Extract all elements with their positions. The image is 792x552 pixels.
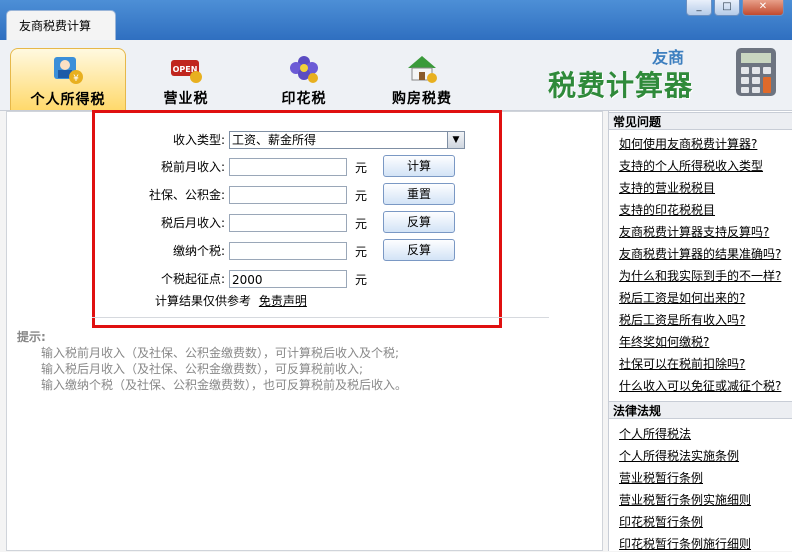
app-window: 友商税费计算 _ □ ✕ ¥ 个人所得税 OPEN 营业税 印花税 购房税费 友… — [0, 0, 792, 551]
flower-stamp-icon — [286, 54, 322, 84]
tab-label: 购房税费 — [392, 91, 452, 107]
reverse-calc-after-tax-button[interactable]: 反算 — [383, 211, 455, 233]
faq-link[interactable]: 支持的个人所得税收入类型 — [619, 157, 763, 174]
divider — [92, 317, 549, 318]
law-link[interactable]: 印花税暂行条例施行细则 — [619, 535, 751, 552]
reverse-calc-tax-button[interactable]: 反算 — [383, 239, 455, 261]
faq-link[interactable]: 税后工资是如何出来的? — [619, 289, 745, 306]
unit-label: 元 — [355, 245, 368, 259]
house-icon — [404, 54, 440, 84]
threshold-row: 个税起征点: — [95, 269, 225, 289]
income-type-label: 收入类型: — [172, 133, 225, 147]
highlight-frame: 收入类型: 工资、薪金所得 ▼ 税前月收入: 元 计算 社保、公积金: 元 重置… — [92, 110, 502, 328]
law-link[interactable]: 个人所得税法 — [619, 425, 691, 442]
income-type-value: 工资、薪金所得 — [232, 133, 317, 147]
window-title-tab[interactable]: 友商税费计算 — [6, 10, 116, 40]
income-type-row: 收入类型: — [95, 130, 225, 150]
after-tax-income-label: 税后月收入: — [160, 216, 225, 230]
faq-link[interactable]: 什么收入可以免征或减征个税? — [619, 377, 781, 394]
social-security-input[interactable] — [229, 186, 347, 204]
unit-label: 元 — [355, 161, 368, 175]
brand-logo: 友商 税费计算器 — [542, 40, 792, 110]
law-link[interactable]: 营业税暂行条例 — [619, 469, 703, 486]
threshold-input[interactable]: 2000 — [229, 270, 347, 288]
tab-stamp-tax[interactable]: 印花税 — [246, 48, 362, 110]
tab-label: 营业税 — [163, 91, 209, 107]
calculator-icon — [732, 44, 782, 103]
minimize-button[interactable]: _ — [686, 0, 712, 16]
after-tax-income-input[interactable] — [229, 214, 347, 232]
hint-line: 输入缴纳个税（及社保、公积金缴费数），也可反算税前及税后收入。 — [41, 378, 408, 392]
person-tax-icon: ¥ — [50, 55, 86, 85]
faq-link[interactable]: 友商税费计算器支持反算吗? — [619, 223, 769, 240]
faq-link[interactable]: 支持的印花税税目 — [619, 201, 715, 218]
tax-paid-label: 缴纳个税: — [172, 244, 225, 258]
faq-link[interactable]: 支持的营业税税目 — [619, 179, 715, 196]
law-heading: 法律法规 — [609, 401, 792, 419]
hint-line: 输入税前月收入（及社保、公积金缴费数），可计算税后收入及个税; — [41, 346, 400, 360]
tax-paid-row: 缴纳个税: — [95, 241, 225, 261]
hint-title: 提示: — [17, 330, 46, 344]
unit-label: 元 — [355, 273, 368, 287]
social-security-label: 社保、公积金: — [148, 188, 225, 202]
disclaimer-text: 计算结果仅供参考 — [155, 294, 252, 308]
faq-link[interactable]: 年终奖如何缴税? — [619, 333, 709, 350]
chevron-down-icon[interactable]: ▼ — [447, 132, 464, 148]
tab-label: 个人所得税 — [30, 92, 106, 108]
threshold-label: 个税起征点: — [160, 272, 225, 286]
calculate-button[interactable]: 计算 — [383, 155, 455, 177]
title-bar: 友商税费计算 _ □ ✕ — [0, 0, 792, 40]
social-security-row: 社保、公积金: — [95, 185, 225, 205]
pre-tax-income-row: 税前月收入: — [95, 157, 225, 177]
tab-personal-income-tax[interactable]: ¥ 个人所得税 — [10, 48, 126, 110]
faq-link[interactable]: 税后工资是所有收入吗? — [619, 311, 745, 328]
open-sign-icon: OPEN — [168, 54, 204, 84]
brand-title: 税费计算器 — [548, 69, 694, 102]
disclaimer-link[interactable]: 免责声明 — [259, 294, 307, 308]
tab-home-purchase-tax[interactable]: 购房税费 — [364, 48, 480, 110]
disclaimer: 计算结果仅供参考 免责声明 — [155, 292, 307, 309]
maximize-button[interactable]: □ — [714, 0, 740, 16]
pre-tax-income-label: 税前月收入: — [160, 160, 225, 174]
sidebar: 常见问题 如何使用友商税费计算器? 支持的个人所得税收入类型 支持的营业税税目 … — [608, 111, 792, 551]
unit-label: 元 — [355, 217, 368, 231]
svg-text:¥: ¥ — [73, 74, 79, 84]
pre-tax-income-input[interactable] — [229, 158, 347, 176]
income-type-select[interactable]: 工资、薪金所得 ▼ — [229, 131, 465, 149]
law-link[interactable]: 印花税暂行条例 — [619, 513, 703, 530]
faq-heading: 常见问题 — [609, 112, 792, 130]
unit-label: 元 — [355, 189, 368, 203]
hint-line: 输入税后月收入（及社保、公积金缴费数），可反算税前收入; — [41, 362, 364, 376]
close-button[interactable]: ✕ — [742, 0, 784, 16]
reset-button[interactable]: 重置 — [383, 183, 455, 205]
faq-link[interactable]: 友商税费计算器的结果准确吗? — [619, 245, 781, 262]
tab-business-tax[interactable]: OPEN 营业税 — [128, 48, 244, 110]
faq-link[interactable]: 如何使用友商税费计算器? — [619, 135, 757, 152]
tab-label: 印花税 — [281, 91, 327, 107]
after-tax-income-row: 税后月收入: — [95, 213, 225, 233]
faq-link[interactable]: 为什么和我实际到手的不一样? — [619, 267, 781, 284]
law-link[interactable]: 个人所得税法实施条例 — [619, 447, 739, 464]
law-link[interactable]: 营业税暂行条例实施细则 — [619, 491, 751, 508]
window-controls: _ □ ✕ — [686, 0, 784, 16]
header: ¥ 个人所得税 OPEN 营业税 印花税 购房税费 友商 税费计算器 — [0, 40, 792, 111]
calculator-panel: 收入类型: 工资、薪金所得 ▼ 税前月收入: 元 计算 社保、公积金: 元 重置… — [6, 110, 603, 551]
tax-paid-input[interactable] — [229, 242, 347, 260]
faq-link[interactable]: 社保可以在税前扣除吗? — [619, 355, 745, 372]
